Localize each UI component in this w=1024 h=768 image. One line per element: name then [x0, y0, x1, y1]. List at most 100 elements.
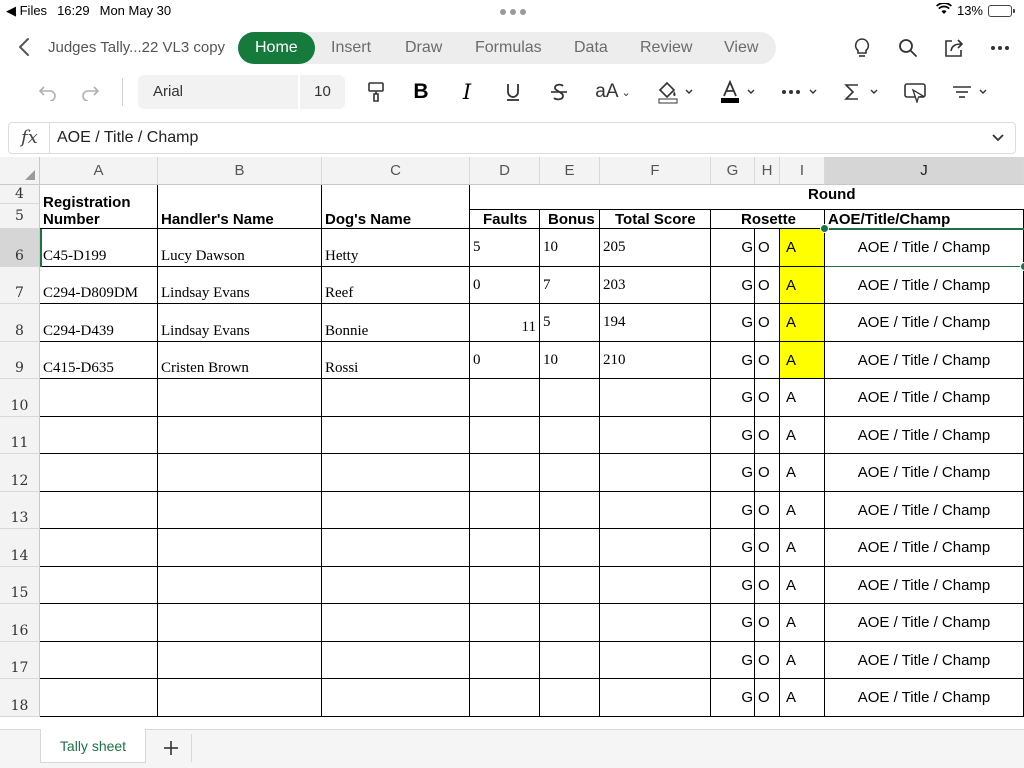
- cell-f14[interactable]: [600, 529, 711, 567]
- cell-b16[interactable]: [158, 604, 322, 642]
- cell-b13[interactable]: [158, 492, 322, 529]
- column-header-i[interactable]: I: [780, 157, 825, 185]
- cell-j16[interactable]: AOE / Title / Champ: [825, 604, 1024, 642]
- cell-h8[interactable]: O: [755, 304, 780, 342]
- cell-h6[interactable]: O: [755, 229, 780, 267]
- cell-g12[interactable]: G: [711, 454, 755, 492]
- cell-e17[interactable]: [540, 642, 600, 679]
- cell-d13[interactable]: [470, 492, 540, 529]
- select-all-corner[interactable]: [0, 157, 40, 185]
- row-header-7[interactable]: 7: [0, 267, 40, 304]
- cell-h14[interactable]: O: [755, 529, 780, 567]
- font-size-box[interactable]: 10: [300, 75, 345, 109]
- italic-icon[interactable]: I: [456, 79, 478, 105]
- cell-i16[interactable]: A: [780, 604, 825, 642]
- cell-a15[interactable]: [40, 567, 158, 604]
- cell-h16[interactable]: O: [755, 604, 780, 642]
- cell-j11[interactable]: AOE / Title / Champ: [825, 417, 1024, 454]
- column-header-b[interactable]: B: [158, 157, 322, 185]
- undo-icon[interactable]: [36, 79, 58, 105]
- cell-e8[interactable]: 5: [540, 304, 600, 342]
- cell-h7[interactable]: O: [755, 267, 780, 304]
- cell-g15[interactable]: G: [711, 567, 755, 604]
- column-header-g[interactable]: G: [711, 157, 755, 185]
- cell-h10[interactable]: O: [755, 379, 780, 417]
- cell-e13[interactable]: [540, 492, 600, 529]
- cell-e14[interactable]: [540, 529, 600, 567]
- cell-i11[interactable]: A: [780, 417, 825, 454]
- cell-j14[interactable]: AOE / Title / Champ: [825, 529, 1024, 567]
- cell-g8[interactable]: G: [711, 304, 755, 342]
- add-sheet-icon[interactable]: [150, 734, 192, 762]
- cell-g9[interactable]: G: [711, 342, 755, 379]
- redo-icon[interactable]: [80, 79, 102, 105]
- cell-a6[interactable]: C45-D199: [40, 229, 158, 267]
- cell-g7[interactable]: G: [711, 267, 755, 304]
- row-header-16[interactable]: 16: [0, 604, 40, 642]
- cell-e10[interactable]: [540, 379, 600, 417]
- format-painter-icon[interactable]: [364, 79, 388, 105]
- cell-c14[interactable]: [322, 529, 470, 567]
- column-header-a[interactable]: A: [40, 157, 158, 185]
- row-header-6[interactable]: 6: [0, 229, 40, 267]
- row-header-8[interactable]: 8: [0, 304, 40, 342]
- selection-handle-top[interactable]: [820, 224, 829, 233]
- cell-h9[interactable]: O: [755, 342, 780, 379]
- cell-g10[interactable]: G: [711, 379, 755, 417]
- cell-f18[interactable]: [600, 679, 711, 717]
- cell-a10[interactable]: [40, 379, 158, 417]
- cell-a18[interactable]: [40, 679, 158, 717]
- cell-g6[interactable]: G: [711, 229, 755, 267]
- bold-icon[interactable]: B: [410, 79, 432, 105]
- cell-d6[interactable]: 5: [470, 229, 540, 267]
- cell-b9[interactable]: Cristen Brown: [158, 342, 322, 379]
- cell-f17[interactable]: [600, 642, 711, 679]
- cell-f6[interactable]: 205: [600, 229, 711, 267]
- cell-f15[interactable]: [600, 567, 711, 604]
- cell-a7[interactable]: C294-D809DM: [40, 267, 158, 304]
- row-header-14[interactable]: 14: [0, 529, 40, 567]
- cell-b14[interactable]: [158, 529, 322, 567]
- font-name-box[interactable]: Arial: [138, 75, 298, 109]
- cell-j17[interactable]: AOE / Title / Champ: [825, 642, 1024, 679]
- formula-bar[interactable]: fx AOE / Title / Champ: [8, 122, 1016, 154]
- cell-e7[interactable]: 7: [540, 267, 600, 304]
- strikethrough-icon[interactable]: [548, 79, 570, 105]
- cell-j18[interactable]: AOE / Title / Champ: [825, 679, 1024, 717]
- cell-i8[interactable]: A: [780, 304, 825, 342]
- cell-b15[interactable]: [158, 567, 322, 604]
- cell-h18[interactable]: O: [755, 679, 780, 717]
- cell-d8[interactable]: 11: [470, 304, 540, 342]
- cell-d17[interactable]: [470, 642, 540, 679]
- column-header-f[interactable]: F: [600, 157, 711, 185]
- tab-data[interactable]: Data: [574, 32, 608, 64]
- cell-b11[interactable]: [158, 417, 322, 454]
- cell-c7[interactable]: Reef: [322, 267, 470, 304]
- tab-review[interactable]: Review: [640, 32, 692, 64]
- more-formatting-icon[interactable]: [780, 79, 820, 105]
- cell-g14[interactable]: G: [711, 529, 755, 567]
- cell-a14[interactable]: [40, 529, 158, 567]
- cell-i15[interactable]: A: [780, 567, 825, 604]
- column-header-c[interactable]: C: [322, 157, 470, 185]
- cell-b10[interactable]: [158, 379, 322, 417]
- cell-c17[interactable]: [322, 642, 470, 679]
- row-header-10[interactable]: 10: [0, 379, 40, 417]
- cell-f16[interactable]: [600, 604, 711, 642]
- multitask-dots-icon[interactable]: [500, 9, 526, 15]
- tab-draw[interactable]: Draw: [405, 32, 442, 64]
- share-icon[interactable]: [942, 36, 966, 60]
- cell-e15[interactable]: [540, 567, 600, 604]
- cell-e9[interactable]: 10: [540, 342, 600, 379]
- cell-a17[interactable]: [40, 642, 158, 679]
- document-title[interactable]: Judges Tally...22 VL3 copy: [48, 39, 225, 56]
- cell-d14[interactable]: [470, 529, 540, 567]
- underline-icon[interactable]: [502, 79, 524, 105]
- fill-color-icon[interactable]: [654, 79, 696, 105]
- cell-j8[interactable]: AOE / Title / Champ: [825, 304, 1024, 342]
- cell-h15[interactable]: O: [755, 567, 780, 604]
- cell-a9[interactable]: C415-D635: [40, 342, 158, 379]
- row-header-5[interactable]: 5: [0, 204, 40, 229]
- back-chevron-icon[interactable]: [14, 34, 34, 60]
- cell-c13[interactable]: [322, 492, 470, 529]
